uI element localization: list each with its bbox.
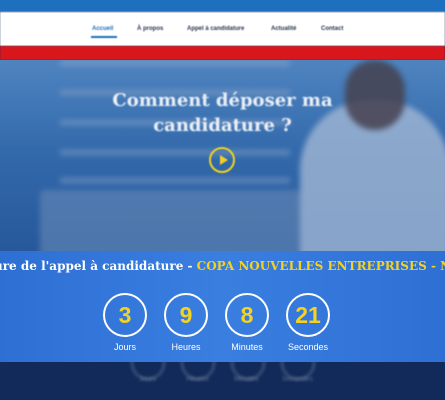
ghost-label-seconds: Secondes xyxy=(282,376,314,383)
countdown-days: 3 Jours xyxy=(103,293,147,352)
countdown-hours: 9 Heures xyxy=(164,293,208,352)
nav-item-contact[interactable]: Contact xyxy=(321,26,343,32)
countdown-band: ure de l'appel à candidature - COPA NOUV… xyxy=(0,251,445,362)
countdown-minutes: 8 Minutes xyxy=(225,293,269,352)
countdown-marquee: ure de l'appel à candidature - COPA NOUV… xyxy=(0,259,445,273)
marquee-highlight: COPA NOUVELLES ENTREPRISES - NE 2 xyxy=(196,259,445,273)
countdown-hours-label: Heures xyxy=(171,342,201,352)
hero-title-line2: candidature ? xyxy=(153,115,292,136)
red-banner xyxy=(0,46,445,60)
countdown-seconds-value: 21 xyxy=(286,293,330,337)
play-icon xyxy=(220,155,228,165)
countdown-minutes-value: 8 xyxy=(225,293,269,337)
ghost-label-minutes: Minutes xyxy=(234,376,259,383)
main-nav: Accueil À propos Appel à candidature Act… xyxy=(0,12,445,46)
countdown-seconds: 21 Secondes xyxy=(286,293,330,352)
marquee-prefix: ure de l'appel à candidature - xyxy=(0,259,197,273)
bottom-blurred-section: Jours Heures Minutes Secondes xyxy=(0,362,445,400)
hero-title-line1: Comment déposer ma xyxy=(112,90,333,111)
nav-item-appel-candidature[interactable]: Appel à candidature xyxy=(187,26,244,32)
nav-item-a-propos[interactable]: À propos xyxy=(137,26,163,32)
countdown-seconds-label: Secondes xyxy=(287,342,329,352)
hero-title: Comment déposer ma candidature ? xyxy=(0,88,445,138)
hero-section: Comment déposer ma candidature ? xyxy=(0,60,445,262)
ghost-label-hours: Heures xyxy=(186,376,209,383)
countdown-minutes-label: Minutes xyxy=(231,342,263,352)
countdown-hours-value: 9 xyxy=(164,293,208,337)
nav-active-underline xyxy=(91,36,117,38)
nav-item-accueil[interactable]: Accueil xyxy=(92,26,113,32)
top-bar xyxy=(0,0,445,12)
nav-item-actualite[interactable]: Actualité xyxy=(271,26,296,32)
ghost-label-days: Jours xyxy=(139,376,157,383)
countdown-days-value: 3 xyxy=(103,293,147,337)
play-video-button[interactable] xyxy=(209,147,235,173)
countdown-days-label: Jours xyxy=(113,342,136,352)
